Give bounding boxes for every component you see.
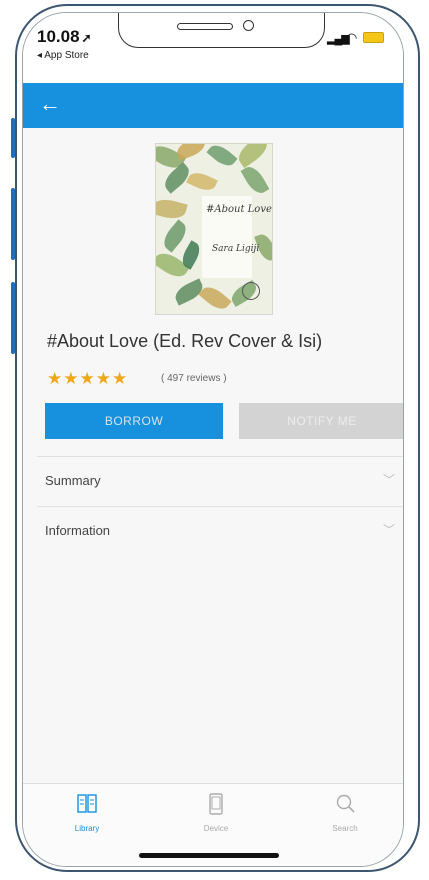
- tab-bar: Library Device Search: [23, 783, 403, 866]
- speaker-icon: [177, 23, 233, 30]
- arrow-left-icon[interactable]: ←: [39, 91, 61, 117]
- notify-me-button[interactable]: NOTIFY ME: [239, 403, 403, 439]
- star-rating: ★★★★★: [47, 369, 129, 388]
- search-icon: [336, 794, 355, 813]
- tab-label: Device: [203, 824, 229, 833]
- side-button: [11, 118, 15, 158]
- accordion-label: Information: [45, 523, 111, 538]
- app-header: ←: [23, 83, 403, 128]
- side-button: [11, 282, 15, 354]
- location-icon: ➚: [81, 31, 92, 45]
- battery-icon: [363, 32, 384, 43]
- phone-device-icon: [209, 793, 223, 815]
- phone-screen: 10.08 ➚ ◂ App Store ▂▄▆ ◠ ← #About Love S…: [22, 12, 404, 867]
- tab-library[interactable]: Library: [37, 792, 137, 833]
- side-button: [11, 188, 15, 260]
- camera-icon: [243, 20, 254, 31]
- accordion-label: Summary: [45, 473, 101, 488]
- borrow-button[interactable]: BORROW: [45, 403, 223, 439]
- chevron-down-icon: ﹀: [382, 523, 395, 537]
- cover-author: Sara Ligiji: [212, 244, 260, 254]
- chevron-down-icon: ﹀: [382, 473, 395, 487]
- tab-label: Search: [332, 824, 358, 833]
- review-count: ( 497 reviews ): [161, 373, 227, 384]
- accordion-information[interactable]: Information ﹀: [37, 507, 403, 556]
- status-bar: 10.08 ➚ ◂ App Store ▂▄▆ ◠: [23, 13, 403, 83]
- wifi-icon: ◠: [346, 30, 358, 45]
- notch: [118, 13, 325, 48]
- tab-label: Library: [74, 824, 100, 833]
- tab-device[interactable]: Device: [166, 792, 266, 833]
- accordion-summary[interactable]: Summary ﹀: [37, 457, 403, 506]
- cover-title: #About Love: [206, 204, 272, 215]
- back-to-app-link[interactable]: ◂ App Store: [37, 50, 89, 61]
- book-open-icon: [77, 794, 97, 813]
- book-title: #About Love (Ed. Rev Cover & Isi): [47, 331, 323, 351]
- tab-search[interactable]: Search: [295, 792, 395, 833]
- status-time: 10.08 ➚: [37, 27, 92, 46]
- publisher-logo-icon: [242, 282, 260, 300]
- home-indicator[interactable]: [139, 853, 279, 858]
- book-cover: #About Love Sara Ligiji: [155, 143, 273, 315]
